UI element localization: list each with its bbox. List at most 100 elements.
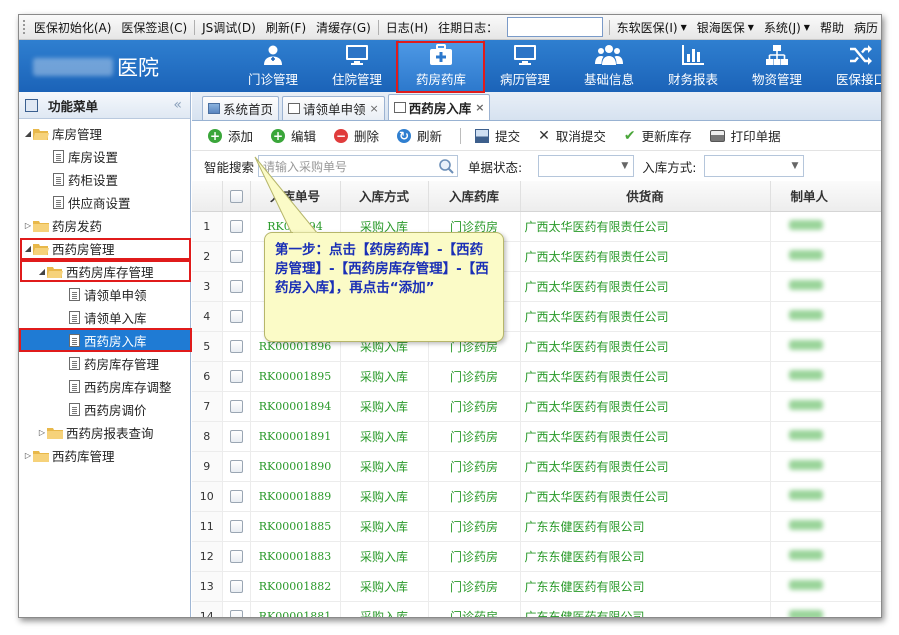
nav-materials[interactable]: 物资管理 xyxy=(735,40,819,92)
menu-medical-record[interactable]: 病历 xyxy=(849,15,881,39)
collapse-icon[interactable]: « xyxy=(173,97,182,113)
update-stock-button[interactable]: ✔ 更新库存 xyxy=(624,126,692,145)
tab-western-pharmacy-inbound[interactable]: 西药房入库 × xyxy=(387,94,491,120)
tree-item-pharmacy-stock-management[interactable]: 药房库存管理 xyxy=(19,352,190,375)
row-checkbox[interactable] xyxy=(229,550,243,563)
collapsed-arrow-icon[interactable]: ▷ xyxy=(37,428,47,437)
table-row[interactable]: 9 RK00001890 采购入库 门诊药房 广西太华医药有限责任公司 xyxy=(192,451,881,482)
row-checkbox[interactable] xyxy=(229,610,243,617)
column-header-creator[interactable]: 制单人 xyxy=(770,181,881,212)
expanded-arrow-icon[interactable]: ◢ xyxy=(37,267,47,276)
tree-item-supplier-settings[interactable]: 供应商设置 xyxy=(19,191,190,214)
row-checkbox[interactable] xyxy=(229,460,243,473)
expanded-arrow-icon[interactable]: ◢ xyxy=(23,129,33,138)
menu-insurance-signout[interactable]: 医保签退(C) xyxy=(116,15,192,39)
table-row[interactable]: 12 RK00001883 采购入库 门诊药房 广东东健医药有限公司 xyxy=(192,541,881,572)
row-checkbox[interactable] xyxy=(229,250,243,263)
row-checkbox[interactable] xyxy=(229,580,243,593)
document-icon xyxy=(53,150,64,163)
tree-item-requisition-apply[interactable]: 请领单申领 xyxy=(19,283,190,306)
cell-supplier: 广西太华医药有限责任公司 xyxy=(520,301,771,332)
nav-insurance-interface[interactable]: 医保接口 xyxy=(819,40,881,92)
menu-log[interactable]: 日志(H) xyxy=(381,15,433,39)
tree-item-western-pharmacy-management[interactable]: ◢ 西药房管理 xyxy=(19,237,190,260)
nav-pharmacy[interactable]: 药房药库 xyxy=(399,40,483,92)
collapsed-arrow-icon[interactable]: ▷ xyxy=(23,451,33,460)
nav-label: 住院管理 xyxy=(331,72,382,87)
table-row[interactable]: 10 RK00001889 采购入库 门诊药房 广西太华医药有限责任公司 xyxy=(192,481,881,512)
nav-medical-records[interactable]: 病历管理 xyxy=(483,40,567,92)
row-checkbox[interactable] xyxy=(229,220,243,233)
table-row[interactable]: 13 RK00001882 采购入库 门诊药房 广东东健医药有限公司 xyxy=(192,571,881,602)
cell-code: RK00001883 xyxy=(250,541,341,572)
edit-button[interactable]: + 编辑 xyxy=(271,126,316,145)
table-row[interactable]: 11 RK00001885 采购入库 门诊药房 广东东健医药有限公司 xyxy=(192,511,881,542)
select-all-checkbox[interactable] xyxy=(229,190,243,204)
menu-neusoft-insurance[interactable]: 东软医保(I) ▼ xyxy=(612,15,692,39)
tree-item-western-pharmacy-inbound[interactable]: 西药房入库 xyxy=(19,329,190,352)
cancel-submit-button[interactable]: ✕ 取消提交 xyxy=(538,126,606,145)
menu-help[interactable]: 帮助 xyxy=(815,15,849,39)
expanded-arrow-icon[interactable]: ◢ xyxy=(23,244,33,253)
close-icon[interactable]: × xyxy=(370,102,379,115)
row-checkbox[interactable] xyxy=(229,400,243,413)
past-log-input[interactable] xyxy=(507,17,603,37)
tree-item-stock-adjustment[interactable]: 西药房库存调整 xyxy=(19,375,190,398)
row-checkbox[interactable] xyxy=(229,310,243,323)
print-label: 打印单据 xyxy=(730,129,781,144)
tree-item-requisition-inbound[interactable]: 请领单入库 xyxy=(19,306,190,329)
print-button[interactable]: 打印单据 xyxy=(709,126,781,145)
refresh-button[interactable]: ↻ 刷新 xyxy=(397,126,442,145)
tree-item-warehouse-management[interactable]: ◢ 库房管理 xyxy=(19,122,190,145)
tree-item-cabinet-settings[interactable]: 药柜设置 xyxy=(19,168,190,191)
tree-item-pharmacy-dispensing[interactable]: ▷ 药房发药 xyxy=(19,214,190,237)
collapsed-arrow-icon[interactable]: ▷ xyxy=(23,221,33,230)
status-select[interactable]: ▼ xyxy=(538,155,635,177)
table-row[interactable]: 6 RK00001895 采购入库 门诊药房 广西太华医药有限责任公司 xyxy=(192,361,881,392)
close-icon[interactable]: × xyxy=(475,101,484,114)
cell-supplier: 广西太华医药有限责任公司 xyxy=(520,271,771,302)
nav-basic-info[interactable]: 基础信息 xyxy=(567,40,651,92)
row-checkbox[interactable] xyxy=(229,340,243,353)
tree-item-western-pharmacy-stock-management[interactable]: ◢ 西药房库存管理 xyxy=(19,260,190,283)
tree-item-warehouse-settings[interactable]: 库房设置 xyxy=(19,145,190,168)
cell-supplier: 广西太华医药有限责任公司 xyxy=(520,481,771,512)
search-input[interactable]: 请输入采购单号 xyxy=(258,155,459,177)
tree-item-report-query[interactable]: ▷ 西药房报表查询 xyxy=(19,421,190,444)
table-row[interactable]: 7 RK00001894 采购入库 门诊药房 广西太华医药有限责任公司 xyxy=(192,391,881,422)
row-checkbox[interactable] xyxy=(229,490,243,503)
add-button[interactable]: + 添加 xyxy=(208,126,253,145)
nav-outpatient[interactable]: 门诊管理 xyxy=(231,40,315,92)
row-checkbox[interactable] xyxy=(229,370,243,383)
menu-refresh[interactable]: 刷新(F) xyxy=(261,15,311,39)
menu-js-debug[interactable]: JS调试(D) xyxy=(197,15,261,39)
row-select xyxy=(222,541,251,572)
nav-finance-reports[interactable]: 财务报表 xyxy=(651,40,735,92)
tree-item-western-warehouse-management[interactable]: ▷ 西药库管理 xyxy=(19,444,190,467)
menu-insurance-init[interactable]: 医保初始化(A) xyxy=(29,15,117,39)
submit-button[interactable]: 提交 xyxy=(475,126,520,145)
search-icon[interactable] xyxy=(438,158,454,174)
menu-clear-cache[interactable]: 清缓存(G) xyxy=(311,15,376,39)
column-header-method[interactable]: 入库方式 xyxy=(340,181,429,212)
menu-system[interactable]: 系统(J) ▼ xyxy=(759,15,815,39)
column-header-store[interactable]: 入库药库 xyxy=(428,181,521,212)
tree-item-price-adjustment[interactable]: 西药房调价 xyxy=(19,398,190,421)
folder-open-icon xyxy=(47,266,63,278)
row-checkbox[interactable] xyxy=(229,430,243,443)
tab-home[interactable]: 系统首页 xyxy=(202,96,280,120)
cell-supplier: 广西太华医药有限责任公司 xyxy=(520,451,771,482)
cell-creator xyxy=(770,301,881,332)
tab-requisition-apply[interactable]: 请领单申领 × xyxy=(282,96,385,120)
nav-inpatient[interactable]: 住院管理 xyxy=(315,40,399,92)
table-row[interactable]: 14 RK00001881 采购入库 门诊药房 广东东健医药有限公司 xyxy=(192,601,881,617)
menu-yinhai-insurance[interactable]: 银海医保 ▼ xyxy=(692,15,759,39)
row-checkbox[interactable] xyxy=(229,520,243,533)
method-select[interactable]: ▼ xyxy=(704,155,805,177)
column-header-supplier[interactable]: 供货商 xyxy=(520,181,771,212)
column-header-select[interactable] xyxy=(222,181,251,212)
column-header-code[interactable]: 入库单号 xyxy=(250,181,341,212)
table-row[interactable]: 8 RK00001891 采购入库 门诊药房 广西太华医药有限责任公司 xyxy=(192,421,881,452)
delete-button[interactable]: − 删除 xyxy=(334,126,379,145)
row-checkbox[interactable] xyxy=(229,280,243,293)
